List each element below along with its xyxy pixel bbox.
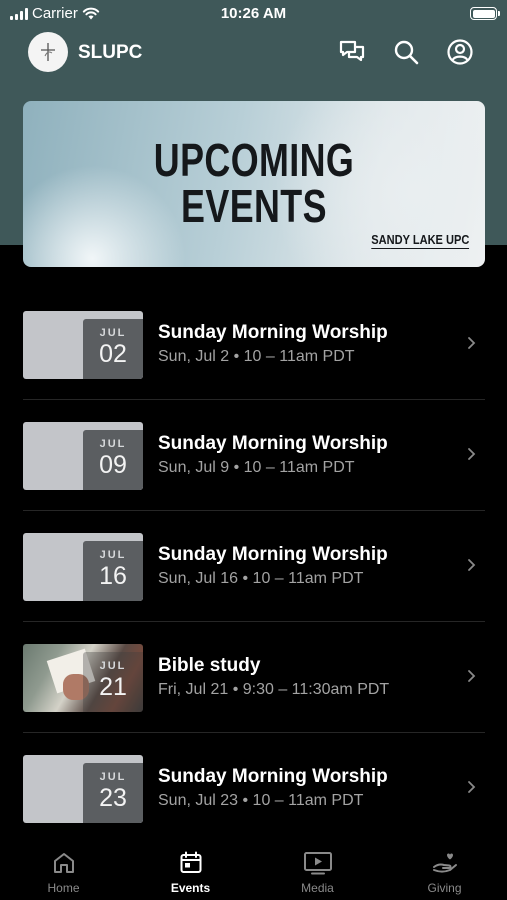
status-time: 10:26 AM <box>220 5 287 22</box>
calendar-icon <box>180 851 201 873</box>
event-time: Sun, Jul 23 • 10 – 11am PDT <box>158 792 364 809</box>
chevron-right-icon <box>468 337 476 349</box>
cross-logo-icon <box>41 43 55 61</box>
event-thumbnail: JUL 16 <box>23 533 143 601</box>
tab-label: Giving <box>427 881 462 895</box>
search-icon[interactable] <box>392 38 420 66</box>
event-day: 02 <box>99 340 127 368</box>
chevron-right-icon <box>468 559 476 571</box>
event-row[interactable]: JUL 02 Sunday Morning Worship Sun, Jul 2… <box>23 289 485 400</box>
banner-subtitle: SANDY LAKE UPC <box>370 232 469 249</box>
event-row[interactable]: JUL 21 Bible study Fri, Jul 21 • 9:30 – … <box>23 622 485 733</box>
chevron-right-icon <box>468 448 476 460</box>
app-header: SLUPC <box>0 30 507 76</box>
chevron-right-icon <box>468 781 476 793</box>
event-title: Sunday Morning Worship <box>158 433 388 454</box>
status-bar: Carrier 10:26 AM <box>0 0 507 28</box>
event-time: Sun, Jul 9 • 10 – 11am PDT <box>158 459 355 476</box>
home-icon <box>53 853 74 873</box>
banner-title-line-2: EVENTS <box>181 180 327 232</box>
bottom-tab-bar: Home Events Media Giving <box>0 838 507 900</box>
event-date-badge: JUL 09 <box>83 430 143 490</box>
chevron-right-icon <box>468 670 476 682</box>
upcoming-events-banner: UPCOMING EVENTS SANDY LAKE UPC <box>23 101 485 267</box>
event-thumbnail: JUL 02 <box>23 311 143 379</box>
tab-home[interactable]: Home <box>0 838 127 900</box>
tab-label: Home <box>47 881 80 895</box>
event-day: 16 <box>99 562 127 590</box>
event-title: Sunday Morning Worship <box>158 544 388 565</box>
event-date-badge: JUL 16 <box>83 541 143 601</box>
banner-title: UPCOMING EVENTS <box>74 137 434 229</box>
event-month: JUL <box>99 327 127 339</box>
event-time: Fri, Jul 21 • 9:30 – 11:30am PDT <box>158 681 390 698</box>
event-time: Sun, Jul 16 • 10 – 11am PDT <box>158 570 364 587</box>
battery-icon <box>470 7 500 20</box>
event-day: 23 <box>99 784 127 812</box>
media-icon <box>303 852 332 875</box>
event-date-badge: JUL 21 <box>83 652 143 712</box>
event-thumbnail: JUL 09 <box>23 422 143 490</box>
event-month: JUL <box>99 771 127 783</box>
giving-icon <box>432 853 457 873</box>
event-thumbnail: JUL 23 <box>23 755 143 823</box>
event-date-badge: JUL 02 <box>83 319 143 379</box>
account-icon[interactable] <box>446 38 474 66</box>
event-month: JUL <box>99 660 127 672</box>
event-month: JUL <box>99 438 127 450</box>
church-logo[interactable] <box>28 32 68 72</box>
app-brand-name: SLUPC <box>78 42 143 63</box>
event-date-badge: JUL 23 <box>83 763 143 823</box>
tab-label: Media <box>301 881 334 895</box>
tab-giving[interactable]: Giving <box>381 838 507 900</box>
event-row[interactable]: JUL 16 Sunday Morning Worship Sun, Jul 1… <box>23 511 485 622</box>
tab-media[interactable]: Media <box>254 838 381 900</box>
banner-title-line-1: UPCOMING <box>153 134 355 186</box>
event-day: 21 <box>99 673 127 701</box>
event-title: Bible study <box>158 655 261 676</box>
event-time: Sun, Jul 2 • 10 – 11am PDT <box>158 348 355 365</box>
event-list: JUL 02 Sunday Morning Worship Sun, Jul 2… <box>23 289 485 844</box>
event-row[interactable]: JUL 23 Sunday Morning Worship Sun, Jul 2… <box>23 733 485 844</box>
event-title: Sunday Morning Worship <box>158 766 388 787</box>
chat-icon[interactable] <box>338 38 366 66</box>
event-day: 09 <box>99 451 127 479</box>
bible-study-photo: JUL 21 <box>23 644 143 712</box>
event-month: JUL <box>99 549 127 561</box>
event-title: Sunday Morning Worship <box>158 322 388 343</box>
event-row[interactable]: JUL 09 Sunday Morning Worship Sun, Jul 9… <box>23 400 485 511</box>
tab-label: Events <box>170 881 211 895</box>
tab-events[interactable]: Events <box>127 838 254 900</box>
